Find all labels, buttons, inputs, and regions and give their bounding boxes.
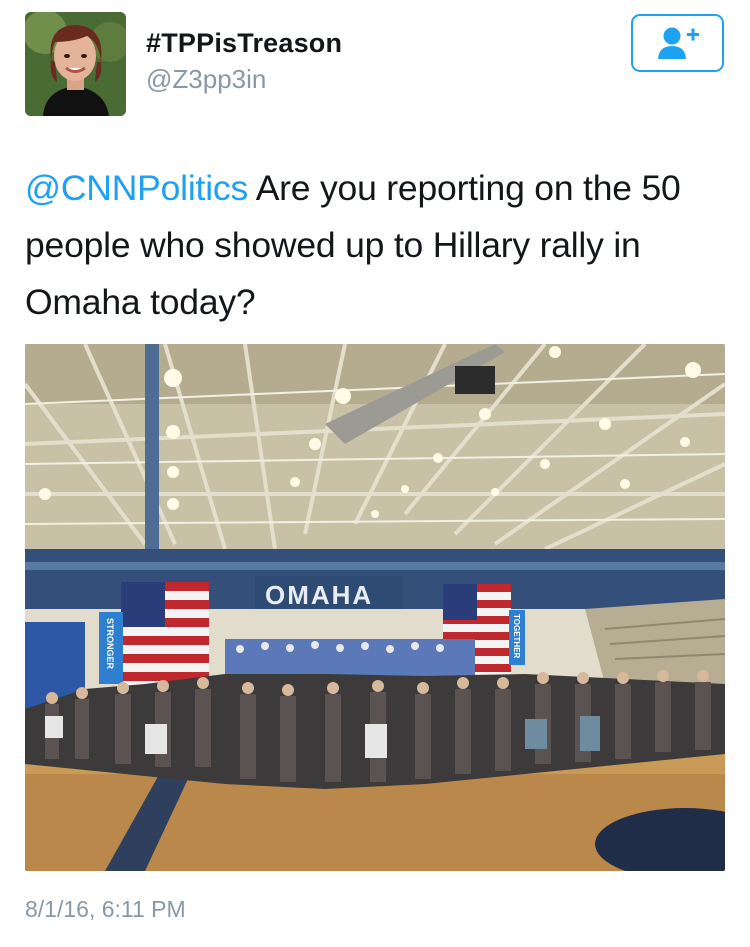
together-sign: TOGETHER <box>512 614 521 659</box>
rally-photo: OMAHA STRONGER TOGETHER <box>25 344 725 871</box>
add-user-icon <box>657 27 699 59</box>
avatar-portrait <box>25 12 126 116</box>
tweet-text: @CNNPolitics Are you reporting on the 50… <box>25 160 725 331</box>
user-handle[interactable]: @Z3pp3in <box>146 64 266 95</box>
follow-button[interactable] <box>631 14 724 72</box>
mention-link[interactable]: @CNNPolitics <box>25 168 248 208</box>
omaha-banner: OMAHA <box>265 580 373 610</box>
tweet-card: #TPPisTreason @Z3pp3in @CNNPolitics Are … <box>0 0 750 947</box>
user-display-name[interactable]: #TPPisTreason <box>146 28 342 59</box>
tweet-photo[interactable]: OMAHA STRONGER TOGETHER <box>25 344 725 871</box>
user-avatar[interactable] <box>25 12 126 116</box>
stronger-sign: STRONGER <box>105 618 115 670</box>
tweet-timestamp[interactable]: 8/1/16, 6:11 PM <box>25 896 186 923</box>
